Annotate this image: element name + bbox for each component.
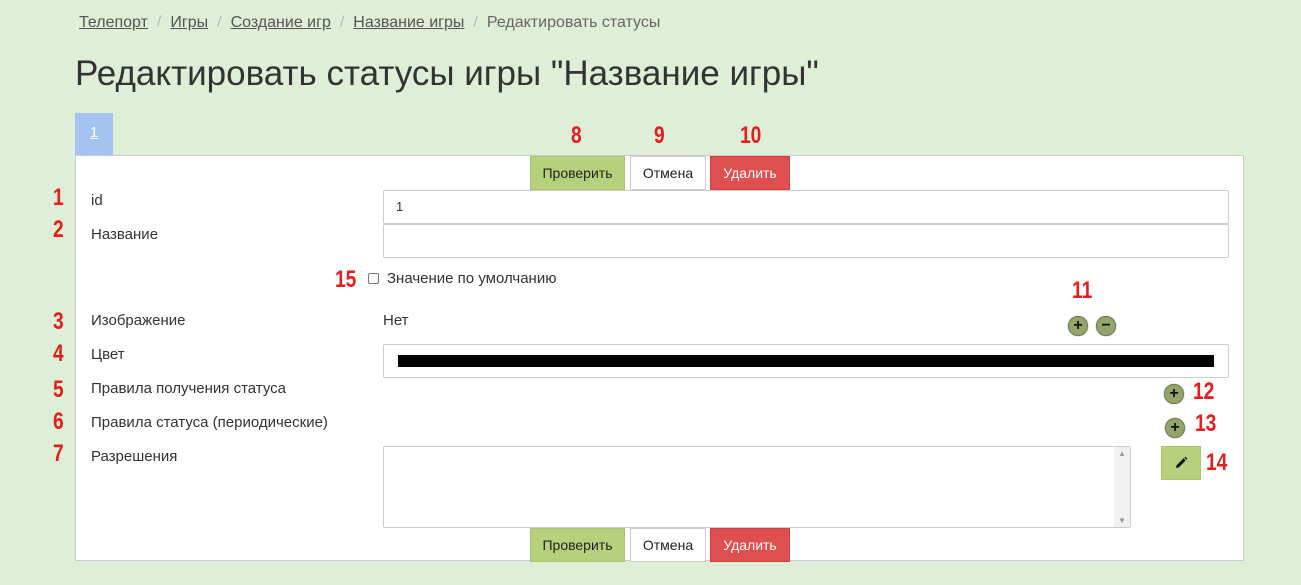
textarea-scrollbar[interactable]: ▲ ▼ <box>1114 447 1130 527</box>
name-label: Название <box>91 226 159 243</box>
color-label: Цвет <box>91 346 125 363</box>
annotation-11: 11 <box>1072 277 1093 304</box>
check-button-bottom[interactable]: Проверить <box>530 528 625 562</box>
breadcrumb-separator: / <box>339 14 345 31</box>
breadcrumb-link-game-creation[interactable]: Создание игр <box>231 14 331 31</box>
breadcrumb-separator: / <box>217 14 222 31</box>
breadcrumb-separator: / <box>156 14 162 31</box>
annotation-1: 1 <box>53 184 64 211</box>
image-value: Нет <box>383 312 409 329</box>
annotation-12: 12 <box>1193 378 1215 405</box>
rules-get-label: Правила получения статуса <box>91 380 286 397</box>
remove-image-button[interactable]: − <box>1096 316 1116 336</box>
breadcrumb: Телепорт / Игры / Создание игр / Название игры… <box>79 14 660 32</box>
annotation-3: 3 <box>53 308 64 335</box>
delete-button-top[interactable]: Удалить <box>710 156 790 190</box>
tab-label: 1 <box>89 124 99 141</box>
default-value-checkbox[interactable] <box>368 273 379 284</box>
annotation-13: 13 <box>1195 410 1217 437</box>
breadcrumb-current: Редактировать статусы <box>486 14 661 31</box>
check-button-top[interactable]: Проверить <box>530 156 625 190</box>
minus-icon: − <box>1101 317 1111 334</box>
annotation-4: 4 <box>53 340 64 367</box>
id-field[interactable]: 1 <box>383 190 1229 224</box>
pencil-icon <box>1176 456 1188 468</box>
rules-periodic-label: Правила статуса (периодические) <box>91 414 328 431</box>
page-title: Редактировать статусы игры "Название игр… <box>75 54 819 93</box>
image-label: Изображение <box>91 312 186 329</box>
annotation-8: 8 <box>571 122 582 149</box>
annotation-2: 2 <box>53 216 64 243</box>
plus-icon: + <box>1073 317 1083 334</box>
scroll-down-icon[interactable]: ▼ <box>1114 516 1130 525</box>
annotation-10: 10 <box>740 122 762 149</box>
cancel-button-top[interactable]: Отмена <box>630 156 706 190</box>
breadcrumb-link-teleport[interactable]: Телепорт <box>79 14 148 31</box>
breadcrumb-link-games[interactable]: Игры <box>170 14 208 31</box>
annotation-14: 14 <box>1206 449 1228 476</box>
annotation-5: 5 <box>53 376 64 403</box>
annotation-9: 9 <box>654 122 665 149</box>
breadcrumb-link-game-name[interactable]: Название игры <box>353 14 464 31</box>
add-get-rule-button[interactable]: + <box>1164 384 1184 404</box>
permissions-label: Разрешения <box>91 448 178 465</box>
add-image-button[interactable]: + <box>1068 316 1088 336</box>
annotation-7: 7 <box>53 440 64 467</box>
annotation-15: 15 <box>335 266 357 293</box>
name-field[interactable] <box>383 224 1229 258</box>
plus-icon: + <box>1169 385 1179 402</box>
delete-button-bottom[interactable]: Удалить <box>710 528 790 562</box>
color-swatch <box>398 355 1214 367</box>
add-periodic-rule-button[interactable]: + <box>1165 418 1185 438</box>
annotation-6: 6 <box>53 408 64 435</box>
permissions-textarea[interactable]: ▲ ▼ <box>383 446 1131 528</box>
scroll-up-icon[interactable]: ▲ <box>1114 449 1130 458</box>
edit-permissions-button[interactable] <box>1161 446 1201 480</box>
tab-status-1[interactable]: 1 <box>75 113 113 155</box>
cancel-button-bottom[interactable]: Отмена <box>630 528 706 562</box>
plus-icon: + <box>1170 419 1180 436</box>
id-label: id <box>91 192 103 209</box>
default-value-label: Значение по умолчанию <box>387 270 557 287</box>
breadcrumb-separator: / <box>473 14 478 31</box>
